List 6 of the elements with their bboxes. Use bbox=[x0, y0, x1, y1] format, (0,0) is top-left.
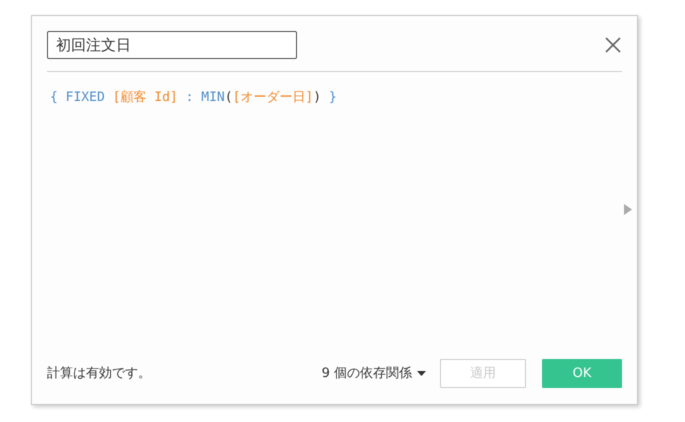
name-input-field[interactable]: 初回注文日 bbox=[47, 31, 297, 59]
formula-text[interactable]: { FIXED [顧客 Id] : MIN([オーダー日]) } bbox=[50, 88, 619, 108]
caret-icon bbox=[417, 371, 426, 376]
close-icon[interactable] bbox=[605, 37, 621, 53]
status-text: 計算は有効です。 bbox=[47, 364, 151, 383]
dependencies-dropdown[interactable]: 9 個の依存関係 bbox=[322, 364, 426, 384]
